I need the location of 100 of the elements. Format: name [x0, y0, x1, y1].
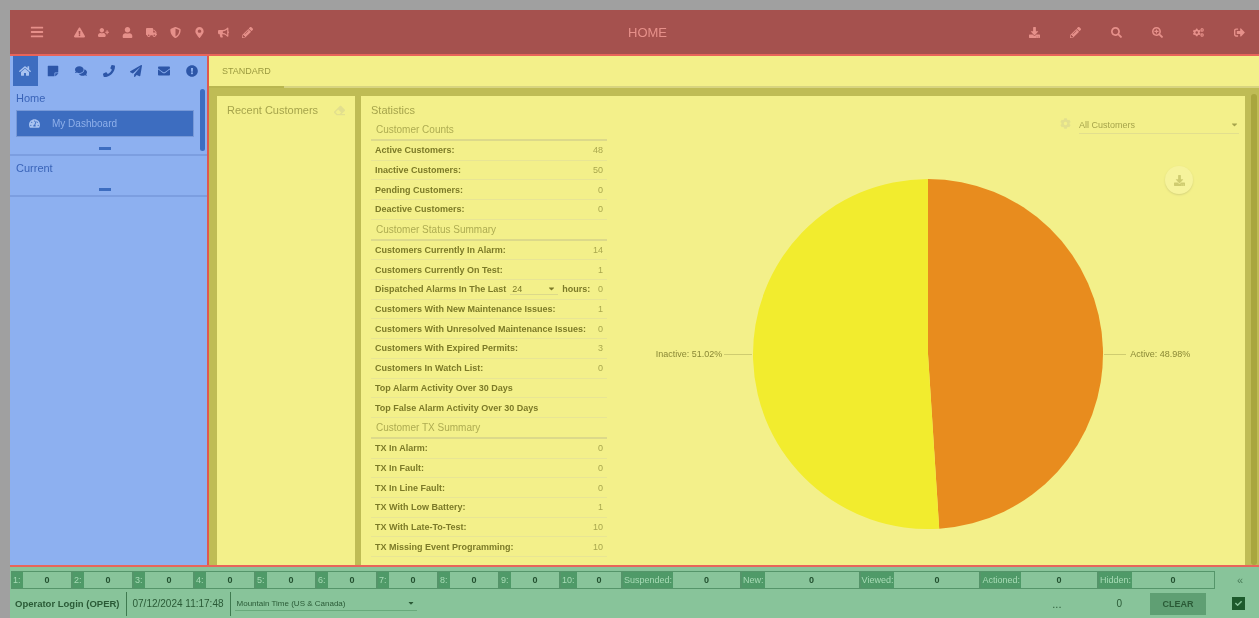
ellipsis: ... [1052, 597, 1062, 610]
pencil-icon[interactable] [1070, 26, 1081, 38]
checkbox[interactable] [1232, 597, 1245, 610]
stat-value: 1 [598, 502, 603, 513]
stat-label: hours: [562, 284, 591, 295]
stat-value: 0 [598, 204, 603, 215]
logout-icon[interactable] [1234, 26, 1245, 38]
home-icon [19, 65, 32, 77]
counter-label: 3: [134, 572, 145, 588]
truck-icon[interactable] [146, 26, 157, 38]
note-icon [47, 65, 60, 77]
chat-icon [74, 65, 87, 77]
counter-label: 9: [500, 572, 511, 588]
stat-label: TX Missing Event Programming: [375, 541, 514, 552]
status-label: Hidden: [1098, 572, 1132, 588]
stat-value: 48 [593, 145, 603, 156]
page-title: HOME [627, 24, 668, 40]
counter-value: 0 [287, 574, 295, 587]
stat-label: Pending Customers: [375, 184, 463, 195]
sidebar-tab[interactable] [13, 56, 38, 86]
stat-label: TX In Line Fault: [375, 482, 445, 493]
dashboard-icon [29, 118, 40, 129]
stat-value: 0 [598, 462, 603, 473]
user-plus-icon[interactable] [98, 26, 109, 38]
stat-label: TX With Late-To-Test: [375, 522, 467, 532]
stat-value: 50 [593, 164, 603, 175]
timezone-select[interactable]: Mountain Time (US & Canada) [234, 596, 417, 611]
data-label: Active: 48.98% [1130, 349, 1191, 359]
shield-icon[interactable] [170, 26, 181, 38]
stat-value: 0 [598, 184, 603, 195]
collapse-toggle[interactable]: « [1237, 574, 1244, 586]
counter-value: 0 [226, 574, 234, 587]
status-value: 0 [933, 574, 941, 587]
panel-title: Recent Customers [227, 104, 319, 116]
status-value: 0 [808, 574, 816, 587]
settings-icon[interactable] [1193, 26, 1204, 38]
counter-value: 0 [409, 574, 417, 587]
count: 0 [1116, 598, 1122, 609]
counter-label: 5: [256, 572, 267, 588]
warning-icon[interactable] [74, 26, 85, 38]
check-icon [1235, 600, 1242, 607]
zoom-in-icon[interactable] [1152, 26, 1163, 38]
stat-row[interactable]: Top False Alarm Activity Over 30 Days [371, 398, 607, 418]
stat-value: 0 [598, 284, 603, 295]
data-label: Inactive: 51.02% [655, 349, 723, 359]
mail-icon [157, 65, 170, 77]
counter-label: 6: [317, 572, 328, 588]
stat-label: Customers In Watch List: [375, 363, 484, 374]
stat-label: TX In Fault: [375, 462, 424, 473]
download-icon [1173, 174, 1185, 186]
section-title[interactable]: Current [16, 162, 194, 174]
stat-value: 1 [598, 264, 603, 275]
stat-label: Active Customers: [375, 145, 455, 156]
section-title[interactable]: Home [16, 92, 194, 104]
counter-label: 4: [195, 572, 206, 588]
sidebar-item[interactable]: My Dashboard [16, 110, 194, 137]
section-heading: Customer Counts [371, 120, 607, 141]
caret-icon [406, 599, 415, 607]
stat-value: 0 [598, 482, 603, 493]
stat-label: Dispatched Alarms In The Last [375, 284, 507, 295]
pencil-icon[interactable] [242, 26, 253, 38]
collapse-handle[interactable] [99, 188, 111, 191]
counter-value: 0 [595, 574, 603, 587]
download-button[interactable] [1165, 166, 1193, 194]
counter-label: 10: [561, 572, 577, 588]
customer-filter[interactable]: All Customers [1079, 120, 1239, 134]
scrollbar[interactable] [1251, 94, 1257, 565]
stat-link[interactable]: Top False Alarm Activity Over 30 Days [375, 402, 539, 413]
counter-value: 0 [43, 574, 51, 587]
collapse-handle[interactable] [99, 147, 111, 150]
map-pin-icon[interactable] [194, 26, 205, 38]
status-label: Viewed: [860, 572, 895, 588]
stat-link[interactable]: Top Alarm Activity Over 30 Days [375, 382, 513, 393]
section-heading: Customer TX Summary [371, 417, 607, 439]
scrollbar[interactable] [200, 89, 205, 151]
caret-icon [1230, 120, 1239, 129]
stat-value: 10 [593, 522, 603, 532]
phone-icon [102, 65, 115, 77]
download-icon[interactable] [1029, 26, 1040, 38]
stat-value: 0 [598, 323, 603, 334]
date-time: 07/12/2024 11:17:48 [126, 591, 231, 616]
user-icon[interactable] [122, 26, 133, 38]
search-icon[interactable] [1111, 26, 1122, 38]
stat-value: 3 [598, 343, 603, 354]
stat-label: TX In Alarm: [375, 443, 428, 454]
stat-value: 0 [598, 363, 603, 374]
status-label: Suspended: [623, 572, 674, 588]
stat-value: 14 [593, 244, 603, 255]
hours-select[interactable]: 24 [510, 283, 559, 295]
stat-value: 10 [593, 541, 603, 552]
counter-value: 0 [104, 574, 112, 587]
clear-button[interactable]: CLEAR [1150, 592, 1206, 615]
counter-label: 8: [439, 572, 450, 588]
stat-label: TX With Low Battery: [375, 502, 466, 513]
megaphone-icon[interactable] [218, 26, 229, 38]
menu-icon[interactable] [30, 25, 44, 39]
counter-label: 1: [12, 572, 23, 588]
status-value: 0 [1169, 574, 1177, 587]
stat-row[interactable]: Top Alarm Activity Over 30 Days [371, 378, 607, 399]
status-label: New: [742, 572, 765, 588]
